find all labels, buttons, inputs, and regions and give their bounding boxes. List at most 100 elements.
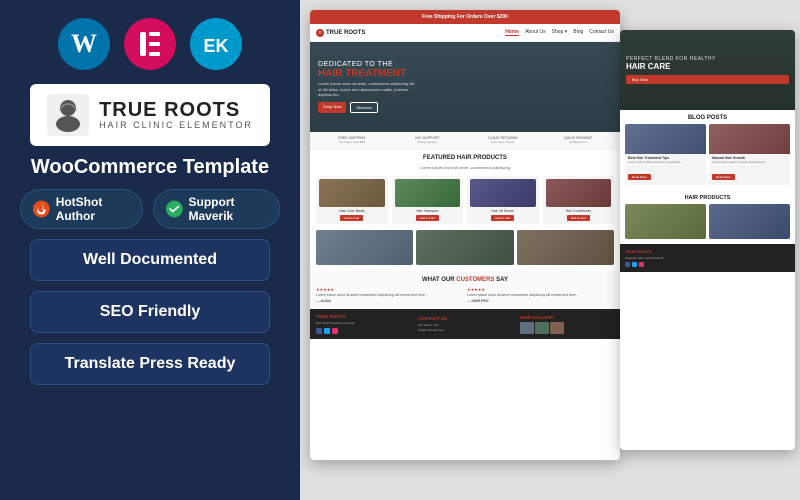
footer-col-3: HAIR GALLERY	[520, 315, 614, 334]
testimonial-2: ★★★★★ Lorem ipsum dolor sit amet consect…	[467, 287, 614, 303]
footer-col-2: CONTACT US 123 Street, Cityinfo@trueroot…	[418, 316, 512, 332]
product-img-4	[546, 179, 612, 207]
product-btn-3[interactable]: Add to Cart	[491, 215, 514, 221]
side-hero: PERFECT BLEND FOR HEALTHY HAIR CARE Buy …	[620, 30, 795, 110]
nav-blog: Blog	[573, 29, 583, 36]
mockup-hero: DEDICATED TO THE HAIR TREATMENT Lorem ip…	[310, 42, 620, 132]
hero-buttons: Shop Now Discover	[318, 102, 418, 113]
testimonials-section: WHAT OUR CUSTOMERS SAY ★★★★★ Lorem ipsum…	[310, 271, 620, 309]
side-product-img-1	[625, 204, 706, 239]
nav-about: About Us	[525, 29, 546, 36]
twitter-icon	[324, 328, 330, 334]
product-btn-4[interactable]: Add to Cart	[567, 215, 590, 221]
hero-shop-btn[interactable]: Shop Now	[318, 102, 346, 113]
support-icon	[166, 199, 183, 219]
side-footer: TRUE ROOTS Premium Hair Care Products	[620, 244, 795, 272]
benefit-3: 14 DAY RETURNSFuss free returns	[467, 136, 539, 144]
hero-title: HAIR TREATMENT	[318, 68, 418, 79]
benefits-bar: FREE SHIPPINGOn orders over $99 24/7 SUP…	[310, 132, 620, 149]
footer-gallery-img-2	[535, 322, 549, 334]
blog-post-text-2: Lorem ipsum dolor sit amet consectetur..…	[712, 161, 787, 165]
side-extra-section: HAIR PRODUCTS	[620, 190, 795, 244]
mockup-nav: T TRUE ROOTS Home About Us Shop ▾ Blog C…	[310, 24, 620, 42]
side-instagram-icon	[639, 262, 644, 267]
product-btn-2[interactable]: Add to Cart	[416, 215, 439, 221]
side-hero-btn[interactable]: Buy Now	[626, 75, 789, 84]
mockup-logo-icon: T	[316, 29, 324, 37]
product-img-3	[470, 179, 536, 207]
hero-discover-btn[interactable]: Discover	[350, 102, 378, 113]
side-hero-title: HAIR CARE	[626, 62, 789, 71]
nav-shop: Shop ▾	[552, 29, 568, 36]
translate-press-btn[interactable]: Translate Press Ready	[30, 343, 270, 385]
testimonials-row: ★★★★★ Lorem ipsum dolor sit amet consect…	[316, 287, 614, 303]
blog-read-btn-2[interactable]: Read More	[712, 174, 735, 180]
product-name-4: Hair Conditioner	[566, 209, 591, 213]
footer-gallery-img-1	[520, 322, 534, 334]
product-name-3: Hair Oil Serum	[491, 209, 514, 213]
product-name-1: Hair Color Black	[339, 209, 364, 213]
hotshot-author-badge: HotShot Author	[20, 189, 143, 229]
logo-text: TRUE ROOTS HAIR CLINIC ELEMENTOR	[99, 100, 253, 130]
support-label: Support Maverik	[189, 195, 267, 223]
product-img-2	[395, 179, 461, 207]
side-twitter-icon	[632, 262, 637, 267]
blog-img-2	[709, 124, 790, 154]
products-subtitle: Lorem ipsum dolor sit amet, consectetur …	[316, 165, 614, 170]
template-label: WooCommerce Template	[31, 156, 269, 179]
blog-item-2: Natural Hair Growth Lorem ipsum dolor si…	[709, 124, 790, 185]
logo-title: TRUE ROOTS	[99, 100, 253, 120]
gallery-img-3	[517, 230, 614, 265]
side-footer-title: TRUE ROOTS	[625, 249, 790, 254]
mockup-topbar: Free Shipping For Orders Over $200	[310, 10, 620, 24]
footer-col-1: TRUE ROOTS Hair clinic & treatment cente…	[316, 314, 410, 334]
blog-read-btn-1[interactable]: Read More	[628, 174, 651, 180]
nav-home: Home	[505, 29, 519, 36]
side-footer-text: Premium Hair Care Products	[625, 256, 790, 260]
blog-items-row: Best Hair Treatment Tips Lorem ipsum dol…	[625, 124, 790, 185]
mockup-nav-logo: T TRUE ROOTS	[316, 29, 365, 37]
support-maverik-badge: Support Maverik	[153, 189, 280, 229]
side-blog-section: BLOG POSTS Best Hair Treatment Tips Lore…	[620, 110, 795, 190]
side-mockup: PERFECT BLEND FOR HEALTHY HAIR CARE Buy …	[620, 30, 795, 450]
gallery-img-1	[316, 230, 413, 265]
well-documented-btn[interactable]: Well Documented	[30, 239, 270, 281]
logo-box: TRUE ROOTS HAIR CLINIC ELEMENTOR	[30, 84, 270, 146]
ek-icon: EK	[190, 18, 242, 70]
main-mockup: Free Shipping For Orders Over $200 T TRU…	[310, 10, 620, 460]
blog-content-2: Natural Hair Growth Lorem ipsum dolor si…	[709, 154, 790, 185]
product-btn-1[interactable]: Add to Cart	[340, 215, 363, 221]
mockup-nav-links: Home About Us Shop ▾ Blog Contact Us	[505, 29, 614, 36]
product-2: Hair Shampoo Add to Cart	[392, 176, 464, 224]
products-title: FEATURED HAIR PRODUCTS	[316, 155, 614, 161]
social-icons	[316, 328, 410, 334]
svg-text:W: W	[71, 29, 97, 58]
side-extra-title: HAIR PRODUCTS	[625, 195, 790, 201]
blog-content-1: Best Hair Treatment Tips Lorem ipsum dol…	[625, 154, 706, 185]
blog-img-1	[625, 124, 706, 154]
plugin-icons-row: W EK	[58, 18, 242, 70]
wordpress-icon: W	[58, 18, 110, 70]
left-panel: W EK TRUE ROOTS HAIR CLINIC ELEMENTOR	[0, 0, 300, 500]
benefit-4: QUICK PAYMENT100% secure	[543, 136, 615, 144]
facebook-icon	[316, 328, 322, 334]
mockup-hero-text: DEDICATED TO THE HAIR TREATMENT Lorem ip…	[318, 61, 418, 113]
blog-item-1: Best Hair Treatment Tips Lorem ipsum dol…	[625, 124, 706, 185]
products-row: Hair Color Black Add to Cart Hair Shampo…	[316, 176, 614, 224]
benefit-2: 24/7 SUPPORTOnline support	[392, 136, 464, 144]
side-blog-title: BLOG POSTS	[625, 115, 790, 121]
blog-post-text-1: Lorem ipsum dolor sit amet consectetur..…	[628, 161, 703, 165]
logo-avatar-icon	[47, 94, 89, 136]
product-3: Hair Oil Serum Add to Cart	[467, 176, 539, 224]
badge-row: HotShot Author Support Maverik	[20, 189, 280, 229]
product-name-2: Hair Shampoo	[416, 209, 438, 213]
seo-friendly-btn[interactable]: SEO Friendly	[30, 291, 270, 333]
product-img-1	[319, 179, 385, 207]
benefit-1: FREE SHIPPINGOn orders over $99	[316, 136, 388, 144]
side-extra-items	[625, 204, 790, 239]
side-social-icons	[625, 262, 790, 267]
hotshot-label: HotShot Author	[56, 195, 130, 223]
elementor-icon	[124, 18, 176, 70]
footer-gallery	[520, 322, 614, 334]
right-panel: Free Shipping For Orders Over $200 T TRU…	[300, 0, 800, 500]
